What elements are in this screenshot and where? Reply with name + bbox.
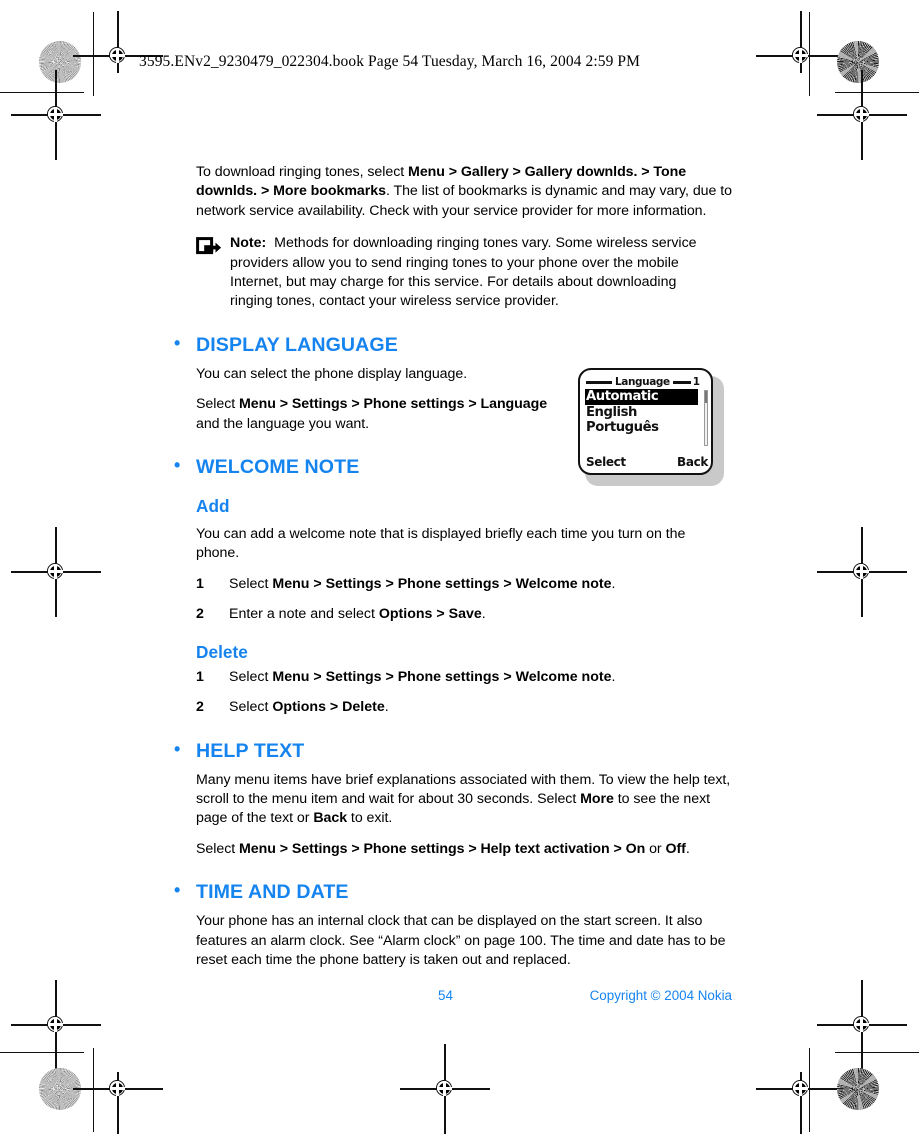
step-number: 1 [196, 668, 204, 685]
help-off-option: Off [665, 840, 686, 857]
phone-menu-item-selected[interactable]: Automatic [585, 389, 698, 405]
step-text-a: Select [229, 668, 273, 685]
help-text-more-key: More [580, 790, 614, 807]
registration-target-bottom-left [73, 1072, 163, 1134]
phone-screen-index: 1 [692, 375, 701, 388]
section-heading-time-and-date: TIME AND DATE [170, 880, 732, 904]
titlebar-rule-left [586, 380, 612, 384]
help-text-paragraph-2: Select Menu > Settings > Phone settings … [196, 840, 732, 859]
page-content: To download ringing tones, select Menu >… [174, 163, 732, 970]
welcome-note-add-paragraph: You can add a welcome note that is displ… [196, 526, 686, 562]
step-menu-path: Options > Delete [272, 699, 385, 716]
registration-target-upper-right [817, 70, 907, 160]
phone-scrollbar[interactable] [704, 390, 708, 446]
dl-select-prefix: Select [196, 396, 240, 413]
list-item: 1 Select Menu > Settings > Phone setting… [196, 668, 732, 687]
trim-line-top-left-horizontal [0, 92, 84, 94]
step-menu-path: Menu > Settings > Phone settings > Welco… [272, 575, 612, 592]
section-heading-display-language: DISPLAY LANGUAGE [170, 333, 732, 357]
registration-rosette-top-right [837, 41, 879, 83]
phone-menu-item[interactable]: Português [585, 420, 709, 436]
phone-screen-titlebar: Language 1 [585, 375, 709, 388]
registration-target-bottom-center [400, 1044, 490, 1134]
step-number: 2 [196, 699, 204, 716]
display-language-paragraph-2: Select Menu > Settings > Phone settings … [196, 395, 566, 434]
step-text-c: . [611, 575, 616, 592]
subheading-add: Add [196, 496, 230, 517]
step-text-c: . [384, 699, 389, 716]
trim-line-bottom-right-horizontal [835, 1052, 919, 1054]
phone-menu-list: Automatic English Português [585, 389, 709, 446]
note-arrow-icon [196, 234, 230, 312]
page-footer: 54 Copyright © 2004 Nokia [196, 988, 732, 1003]
trim-line-left-vertical-lower [93, 1048, 95, 1132]
registration-rosette-bottom-left [39, 1068, 81, 1110]
step-text: Select Options > Delete. [229, 698, 389, 717]
registration-target-upper-left [11, 70, 101, 160]
note-callout: Note: Methods for downloading ringing to… [196, 234, 732, 312]
document-header-line: 3595.ENv2_9230479_022304.book Page 54 Tu… [139, 53, 641, 70]
step-text: Select Menu > Settings > Phone settings … [229, 668, 615, 687]
step-number: 2 [196, 606, 204, 623]
phone-screen-title: Language [615, 375, 670, 388]
trim-line-top-right-horizontal [835, 92, 919, 94]
help-text-paragraph-1: Many menu items have brief explanations … [196, 771, 732, 829]
list-item: 1 Select Menu > Settings > Phone setting… [196, 575, 732, 594]
list-item: 2 Enter a note and select Options > Save… [196, 605, 732, 624]
step-text-c: . [611, 668, 616, 685]
phone-screen: Language 1 Automatic English Português S… [585, 375, 709, 469]
help-select-prefix: Select [196, 840, 240, 857]
step-text-a: Enter a note and select [229, 606, 379, 623]
phone-scrollbar-thumb[interactable] [705, 391, 707, 403]
trim-line-right-vertical-lower [809, 1048, 811, 1132]
dl-select-suffix: and the language you want. [196, 415, 370, 432]
step-text: Enter a note and select Options > Save. [229, 605, 486, 624]
note-text: Methods for downloading ringing tones va… [230, 235, 697, 310]
registration-target-top-left [73, 11, 163, 73]
note-label: Note: [230, 235, 267, 252]
registration-target-bottom-right [756, 1072, 846, 1134]
trim-line-left-vertical [93, 12, 95, 96]
list-item: 2 Select Options > Delete. [196, 698, 732, 717]
subheading-delete: Delete [196, 641, 248, 662]
step-text-a: Select [229, 575, 273, 592]
phone-softkey-left[interactable]: Select [586, 455, 626, 469]
step-text: Select Menu > Settings > Phone settings … [229, 575, 615, 594]
trim-line-right-vertical [809, 12, 811, 96]
registration-rosette-top-left [39, 41, 81, 83]
step-text-c: . [481, 606, 486, 623]
display-language-paragraph-1: You can select the phone display languag… [196, 365, 468, 382]
note-body: Note: Methods for downloading ringing to… [230, 234, 720, 312]
help-period: . [685, 840, 690, 857]
intro-text-a: To download ringing tones, select [196, 164, 409, 180]
step-menu-path: Menu > Settings > Phone settings > Welco… [272, 668, 612, 685]
trim-line-bottom-left-horizontal [0, 1052, 84, 1054]
help-or: or [645, 840, 666, 857]
time-and-date-paragraph: Your phone has an internal clock that ca… [196, 913, 726, 968]
step-text-a: Select [229, 699, 273, 716]
phone-screenshot-illustration: Language 1 Automatic English Português S… [578, 368, 724, 486]
phone-menu-item[interactable]: English [585, 405, 709, 421]
registration-target-lower-right [817, 980, 907, 1070]
registration-target-lower-left [11, 980, 101, 1070]
help-menu-path: Menu > Settings > Phone settings > Help … [239, 840, 646, 857]
help-text-back-key: Back [313, 810, 348, 827]
page-number: 54 [438, 988, 453, 1003]
help-text-e: to exit. [347, 810, 393, 827]
dl-menu-path: Menu > Settings > Phone settings > Langu… [239, 396, 548, 413]
step-menu-path: Options > Save [378, 606, 482, 623]
step-number: 1 [196, 575, 204, 592]
intro-paragraph: To download ringing tones, select Menu >… [196, 163, 732, 221]
phone-body-frame: Language 1 Automatic English Português S… [578, 368, 713, 475]
section-heading-help-text: HELP TEXT [170, 739, 732, 763]
registration-rosette-bottom-right [837, 1068, 879, 1110]
registration-target-top-right [756, 11, 846, 73]
copyright-notice: Copyright © 2004 Nokia [589, 988, 732, 1003]
registration-target-mid-left [11, 527, 101, 617]
titlebar-rule-right [672, 380, 691, 384]
phone-softkey-right[interactable]: Back [677, 455, 708, 469]
registration-target-mid-right [817, 527, 907, 617]
phone-softkey-bar: Select Back [586, 455, 708, 469]
